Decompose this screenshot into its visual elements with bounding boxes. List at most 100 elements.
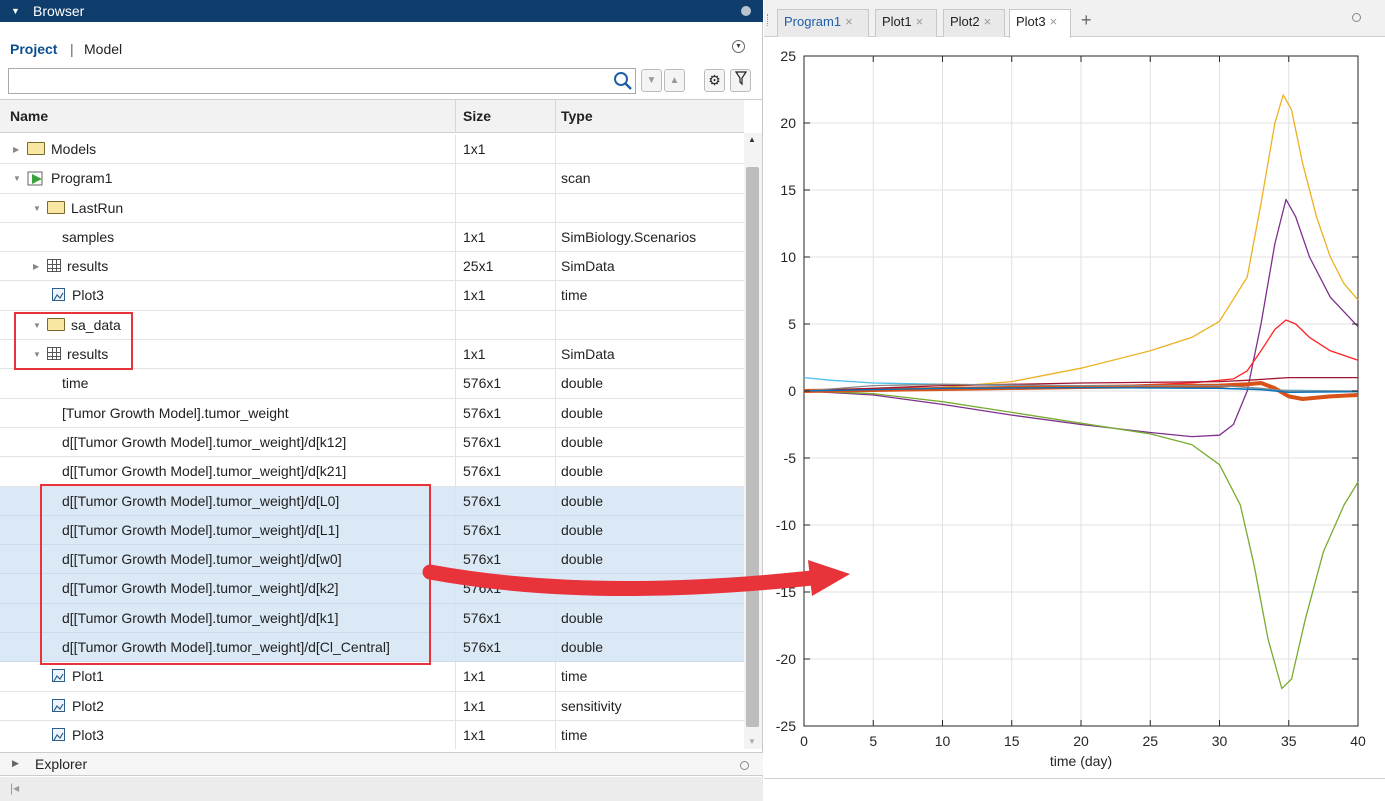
search-icon[interactable] [612,71,634,91]
close-icon[interactable]: × [1050,14,1058,29]
row-name: d[[Tumor Growth Model].tumor_weight]/d[C… [62,639,390,656]
column-header-size[interactable]: Size [463,108,491,124]
table-row[interactable]: Plot2 1x1 sensitivity [0,691,744,721]
table-row[interactable]: ▼ sa_data [0,310,744,341]
column-header-name[interactable]: Name [10,108,48,124]
table-row[interactable]: d[[Tumor Growth Model].tumor_weight]/d[C… [0,633,744,663]
expand-triangle-icon[interactable]: ▼ [33,321,41,330]
table-row[interactable]: Plot1 1x1 time [0,662,744,692]
table-row[interactable]: d[[Tumor Growth Model].tumor_weight]/d[L… [0,515,744,546]
table-row[interactable]: d[[Tumor Growth Model].tumor_weight]/d[w… [0,545,744,575]
x-tick-label: 15 [1004,733,1020,749]
tab-plot1[interactable]: Plot1 × [875,9,937,37]
status-bar: |◂ [0,777,763,801]
expand-triangle-icon[interactable]: ▼ [13,174,21,183]
table-row[interactable]: ▼ results 1x1 SimData [0,340,744,370]
y-tick-label: -5 [784,450,797,466]
panel-options-icon[interactable] [740,761,749,770]
more-options-icon[interactable]: ▼ [732,40,745,53]
row-name: d[[Tumor Growth Model].tumor_weight]/d[k… [62,580,339,597]
close-icon[interactable]: × [984,14,992,29]
tab-plot2[interactable]: Plot2 × [943,9,1005,37]
expand-triangle-icon[interactable]: ▶ [12,758,19,769]
plot-icon [52,669,65,683]
explorer-title: Explorer [35,756,88,772]
table-row[interactable]: time 576x1 double [0,369,744,399]
table-row[interactable]: ▶ results 25x1 SimData [0,252,744,282]
table-row[interactable]: samples 1x1 SimBiology.Scenarios [0,222,744,253]
expand-triangle-icon[interactable]: ▼ [33,350,41,359]
row-type: double [561,521,604,538]
plot-icon [52,727,65,741]
vertical-scrollbar[interactable]: ▲ ▼ [744,133,762,749]
tab-label: Plot2 [950,14,980,29]
tab-label: Plot1 [882,14,912,29]
table-row[interactable]: d[[Tumor Growth Model].tumor_weight]/d[L… [0,486,744,516]
column-header-type[interactable]: Type [561,108,593,124]
collapse-triangle-icon[interactable]: ▶ [13,145,19,154]
scrollbar-thumb[interactable] [746,167,759,727]
filter-icon[interactable] [730,69,751,92]
row-name: Plot3 [72,726,104,743]
row-type: double [561,463,604,480]
table-row[interactable]: Plot3 1x1 time [0,281,744,311]
close-icon[interactable]: × [916,14,924,29]
y-tick-label: -25 [776,718,796,734]
folder-icon [47,200,65,214]
row-size: 576x1 [463,463,502,480]
gear-icon[interactable]: ⚙ [704,69,725,92]
table-row[interactable]: d[[Tumor Growth Model].tumor_weight]/d[k… [0,603,744,634]
search-input[interactable] [8,68,636,94]
row-size: 1x1 [463,141,486,157]
close-icon[interactable]: × [845,14,853,29]
table-row[interactable]: ▶ Models 1x1 [0,135,744,165]
scroll-down-icon[interactable]: ▼ [748,737,756,746]
row-size: 1x1 [463,346,486,363]
find-previous-button[interactable]: ▲ [664,69,685,92]
project-model-switch: Project | Model ▼ [0,37,763,59]
table-row[interactable]: Plot3 1x1 time [0,720,744,749]
tab-program1[interactable]: Program1 × [777,9,869,37]
folder-icon [27,142,45,155]
collapse-triangle-icon[interactable]: ▶ [33,262,39,271]
row-name: results [67,258,109,275]
table-row[interactable]: [Tumor Growth Model].tumor_weight 576x1 do… [0,398,744,428]
scroll-up-icon[interactable]: ▲ [748,135,756,144]
plot-icon [52,288,65,302]
tab-label: Plot3 [1016,14,1046,29]
collapse-left-icon[interactable]: |◂ [10,781,19,795]
row-size: 576x1 [463,551,502,568]
panel-options-icon[interactable] [741,6,751,16]
row-size: 576x1 [463,521,502,538]
row-type: double [561,433,604,450]
row-size: 1x1 [463,287,486,304]
explorer-panel-header[interactable]: ▶ Explorer [0,752,763,776]
project-link[interactable]: Project [10,41,57,57]
find-next-button[interactable]: ▼ [641,69,662,92]
row-size: 576x1 [463,492,502,509]
row-name: Plot2 [72,697,104,714]
row-name: samples [62,228,115,245]
model-link[interactable]: Model [84,41,122,57]
add-tab-button[interactable]: + [1081,10,1092,31]
row-name: LastRun [71,199,124,216]
row-name: d[[Tumor Growth Model].tumor_weight]/d[L… [62,521,340,538]
panel-options-icon[interactable] [1352,13,1361,22]
table-row[interactable]: ▼ LastRun [0,193,744,223]
collapse-triangle-icon[interactable]: ▼ [11,0,20,22]
table-row[interactable]: ▼ Program1 scan [0,164,744,194]
table-row[interactable]: d[[Tumor Growth Model].tumor_weight]/d[k… [0,574,744,604]
folder-icon [47,317,65,331]
drag-handle-icon[interactable] [767,14,769,26]
row-name: d[[Tumor Growth Model].tumor_weight]/d[k… [62,609,339,626]
table-row[interactable]: d[[Tumor Growth Model].tumor_weight]/d[k… [0,427,744,458]
row-name: Models [51,141,97,157]
tab-label: Program1 [784,14,842,29]
tab-plot3[interactable]: Plot3 × [1009,9,1071,38]
expand-triangle-icon[interactable]: ▼ [33,204,41,213]
x-tick-label: 0 [800,733,808,749]
row-name: time [62,375,89,392]
browser-header[interactable]: ▼ Browser [0,0,763,22]
table-row[interactable]: d[[Tumor Growth Model].tumor_weight]/d[k… [0,457,744,487]
row-name: results [67,346,109,363]
